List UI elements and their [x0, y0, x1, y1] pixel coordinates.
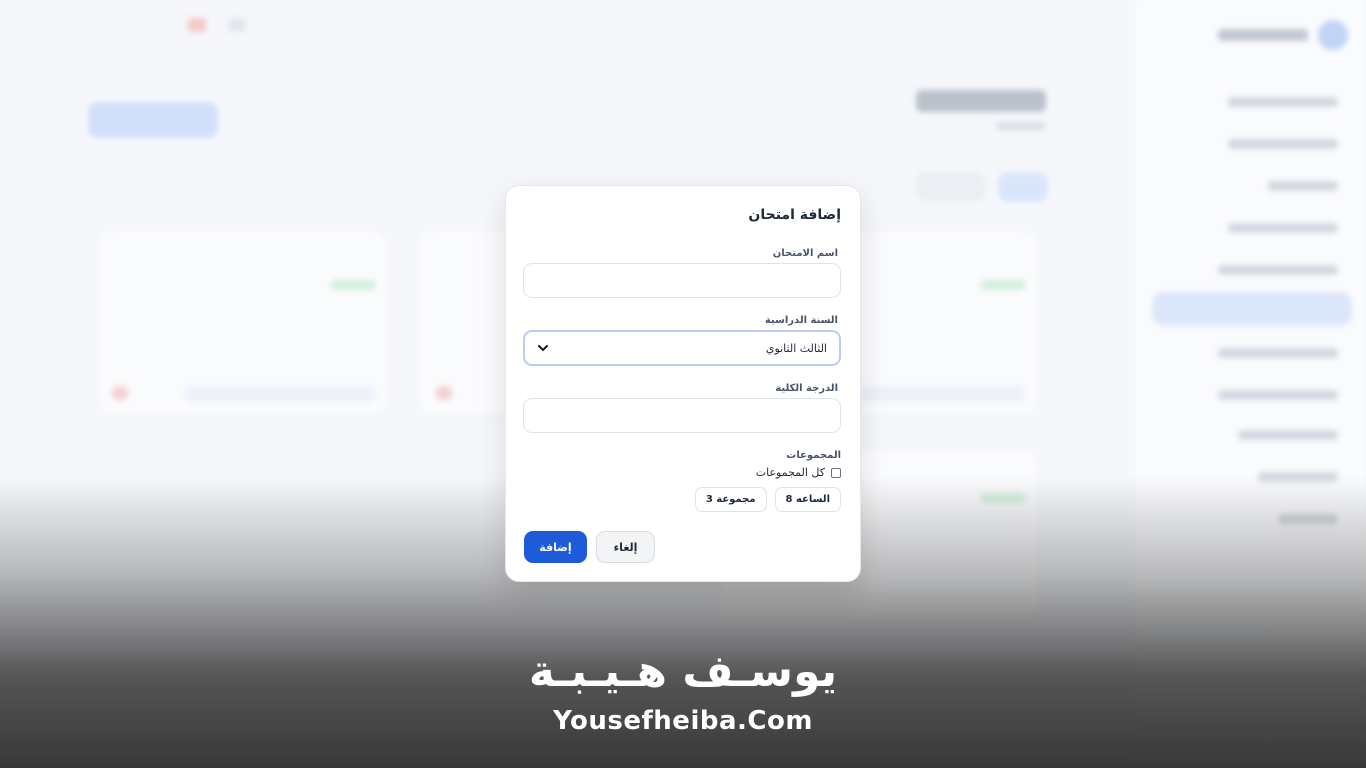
academic-year-label: السنة الدراسية [764, 315, 838, 326]
all-groups-checkbox[interactable] [831, 467, 841, 478]
academic-year-value: الثالث الثانوي [765, 341, 827, 355]
watermark-site: Yousefheiba.Com [553, 706, 813, 736]
watermark: يوسـف هـيـبـة Yousefheiba.Com [0, 640, 1366, 738]
modal-title: إضافة امتحان [748, 207, 841, 223]
groups-label: المجموعات [786, 450, 841, 461]
total-grade-input[interactable] [523, 398, 841, 433]
total-grade-label: الدرجة الكلية [775, 383, 838, 394]
watermark-name: يوسـف هـيـبـة [528, 646, 838, 697]
group-chip[interactable]: الساعه 8 [774, 487, 841, 512]
all-groups-label: كل المجموعات [755, 466, 825, 479]
exam-name-label: اسم الامتحان [772, 248, 838, 259]
group-chips: الساعه 8 مجموعة 3 [694, 487, 841, 512]
chevron-down-icon [537, 342, 549, 354]
exam-name-input[interactable] [523, 263, 841, 298]
add-button[interactable]: إضافة [524, 531, 587, 563]
cancel-button[interactable]: إلغاء [596, 531, 655, 563]
group-chip[interactable]: مجموعة 3 [694, 487, 767, 512]
academic-year-select[interactable]: الثالث الثانوي [523, 330, 841, 366]
add-exam-modal: إضافة امتحان اسم الامتحان السنة الدراسية… [505, 185, 861, 582]
all-groups-row[interactable]: كل المجموعات [756, 466, 841, 479]
